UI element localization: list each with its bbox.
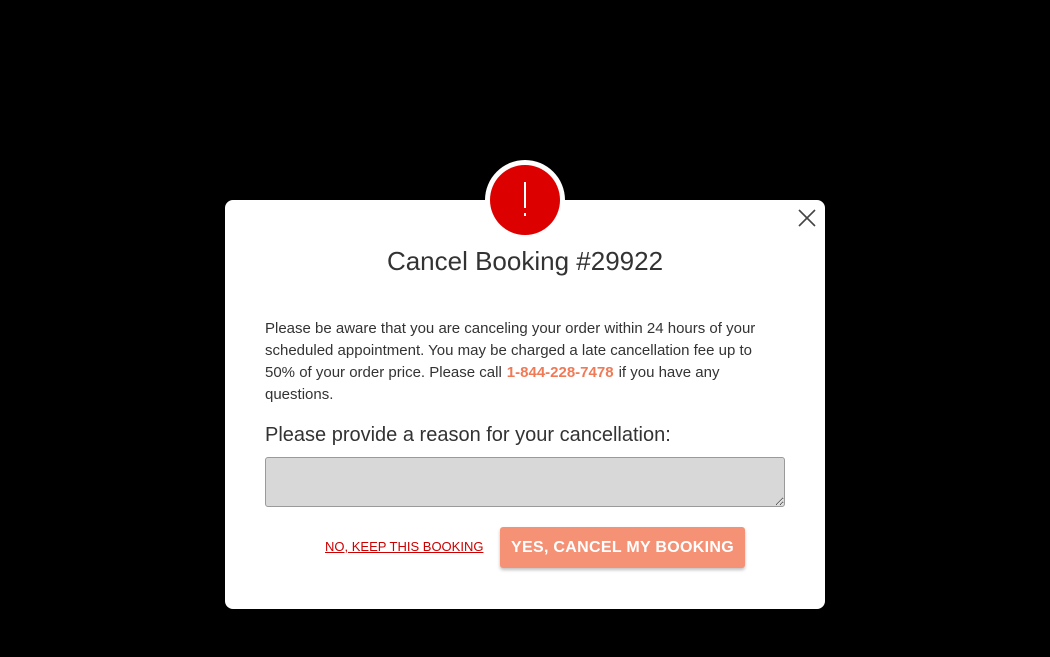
phone-link[interactable]: 1-844-228-7478	[507, 364, 614, 381]
confirm-cancel-button[interactable]: YES, CANCEL MY BOOKING	[500, 527, 745, 568]
reason-label: Please provide a reason for your cancell…	[265, 424, 671, 446]
close-icon	[798, 209, 816, 227]
alert-circle	[490, 165, 560, 235]
exclamation-icon	[524, 182, 526, 216]
alert-badge	[485, 160, 565, 240]
reason-input[interactable]	[265, 457, 785, 507]
close-button[interactable]	[797, 208, 817, 228]
cancellation-notice: Please be aware that you are canceling y…	[265, 318, 785, 406]
dialog-title: Cancel Booking #29922	[386, 246, 664, 276]
cancel-booking-dialog: Cancel Booking #29922 Please be aware th…	[225, 160, 825, 609]
keep-booking-button[interactable]: NO, KEEP THIS BOOKING	[325, 539, 483, 554]
